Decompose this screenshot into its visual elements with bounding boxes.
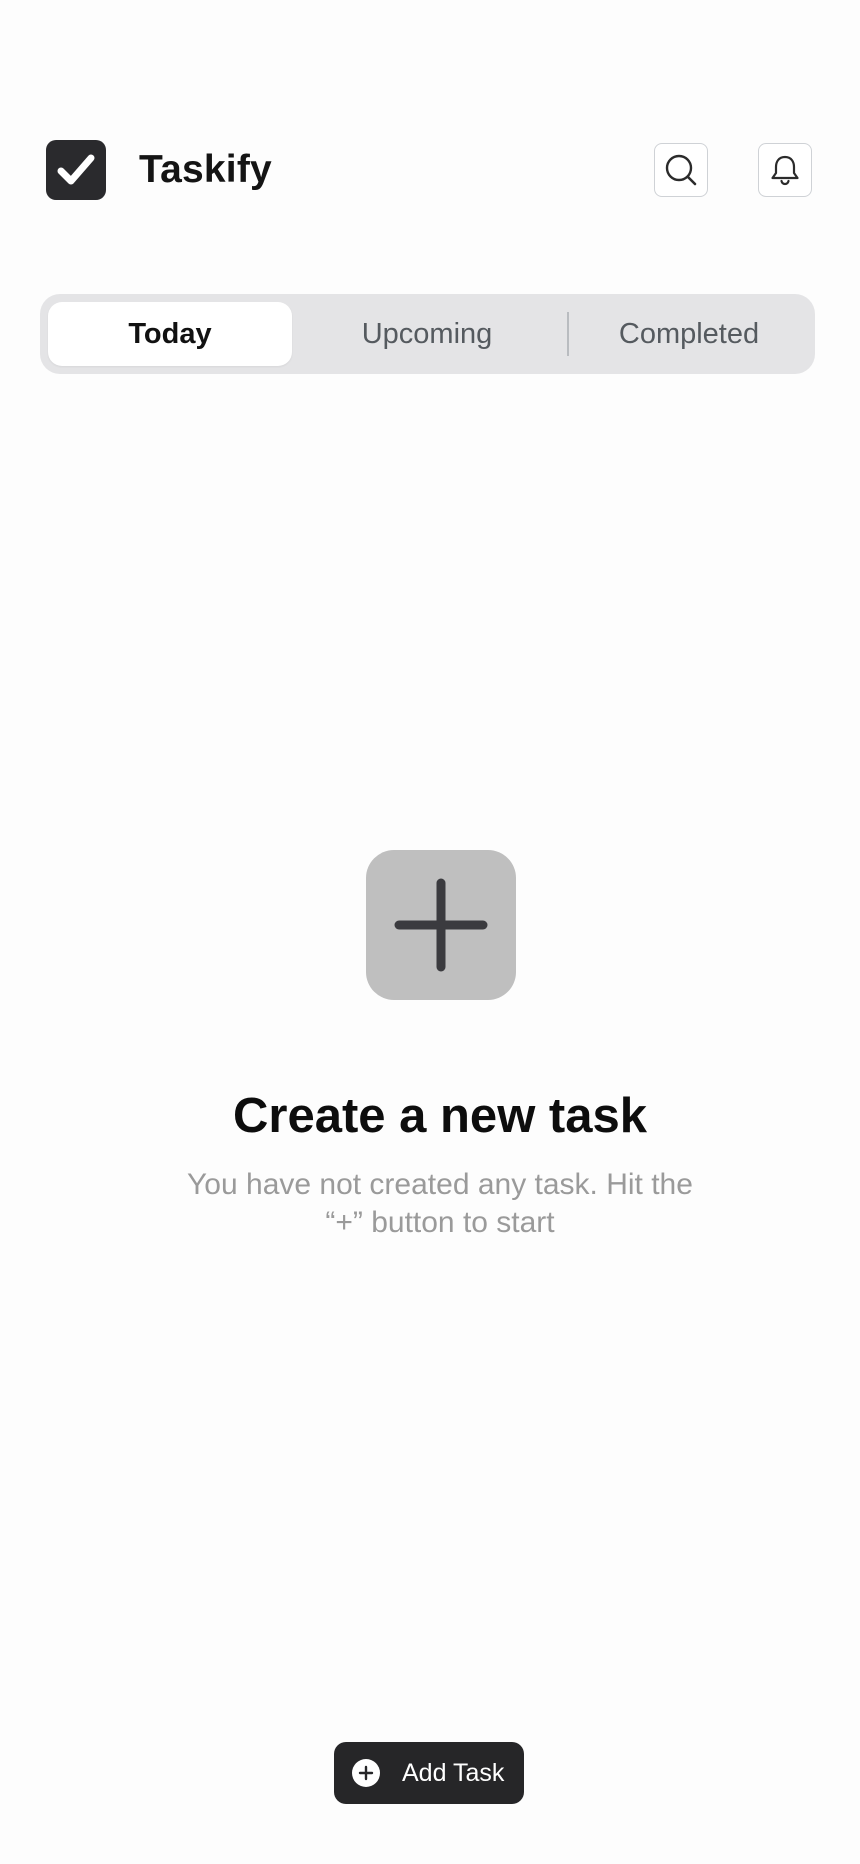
app-logo xyxy=(46,140,106,200)
notifications-button[interactable] xyxy=(758,143,812,197)
add-task-label: Add Task xyxy=(402,1759,505,1787)
empty-state-subtitle: You have not created any task. Hit the “… xyxy=(187,1168,693,1239)
app-title: Taskify xyxy=(139,148,272,191)
tab-divider xyxy=(567,312,569,356)
tab-upcoming[interactable]: Upcoming xyxy=(300,302,554,366)
add-task-button[interactable]: Add Task xyxy=(334,1742,524,1804)
search-icon xyxy=(665,154,697,186)
app-screen: Taskify Today Upcoming Completed Create … xyxy=(0,0,860,1864)
task-filter-tabs: Today Upcoming Completed xyxy=(40,294,815,374)
search-button[interactable] xyxy=(654,143,708,197)
tab-today[interactable]: Today xyxy=(48,302,292,366)
plus-circle-icon xyxy=(352,1759,380,1787)
bell-icon xyxy=(771,155,799,186)
checkbox-check-icon xyxy=(57,154,95,185)
header: Taskify xyxy=(0,0,860,240)
empty-state-illustration xyxy=(366,850,516,1000)
empty-state-title: Create a new task xyxy=(233,1089,647,1143)
plus-icon xyxy=(394,878,488,972)
tab-completed[interactable]: Completed xyxy=(570,302,808,366)
